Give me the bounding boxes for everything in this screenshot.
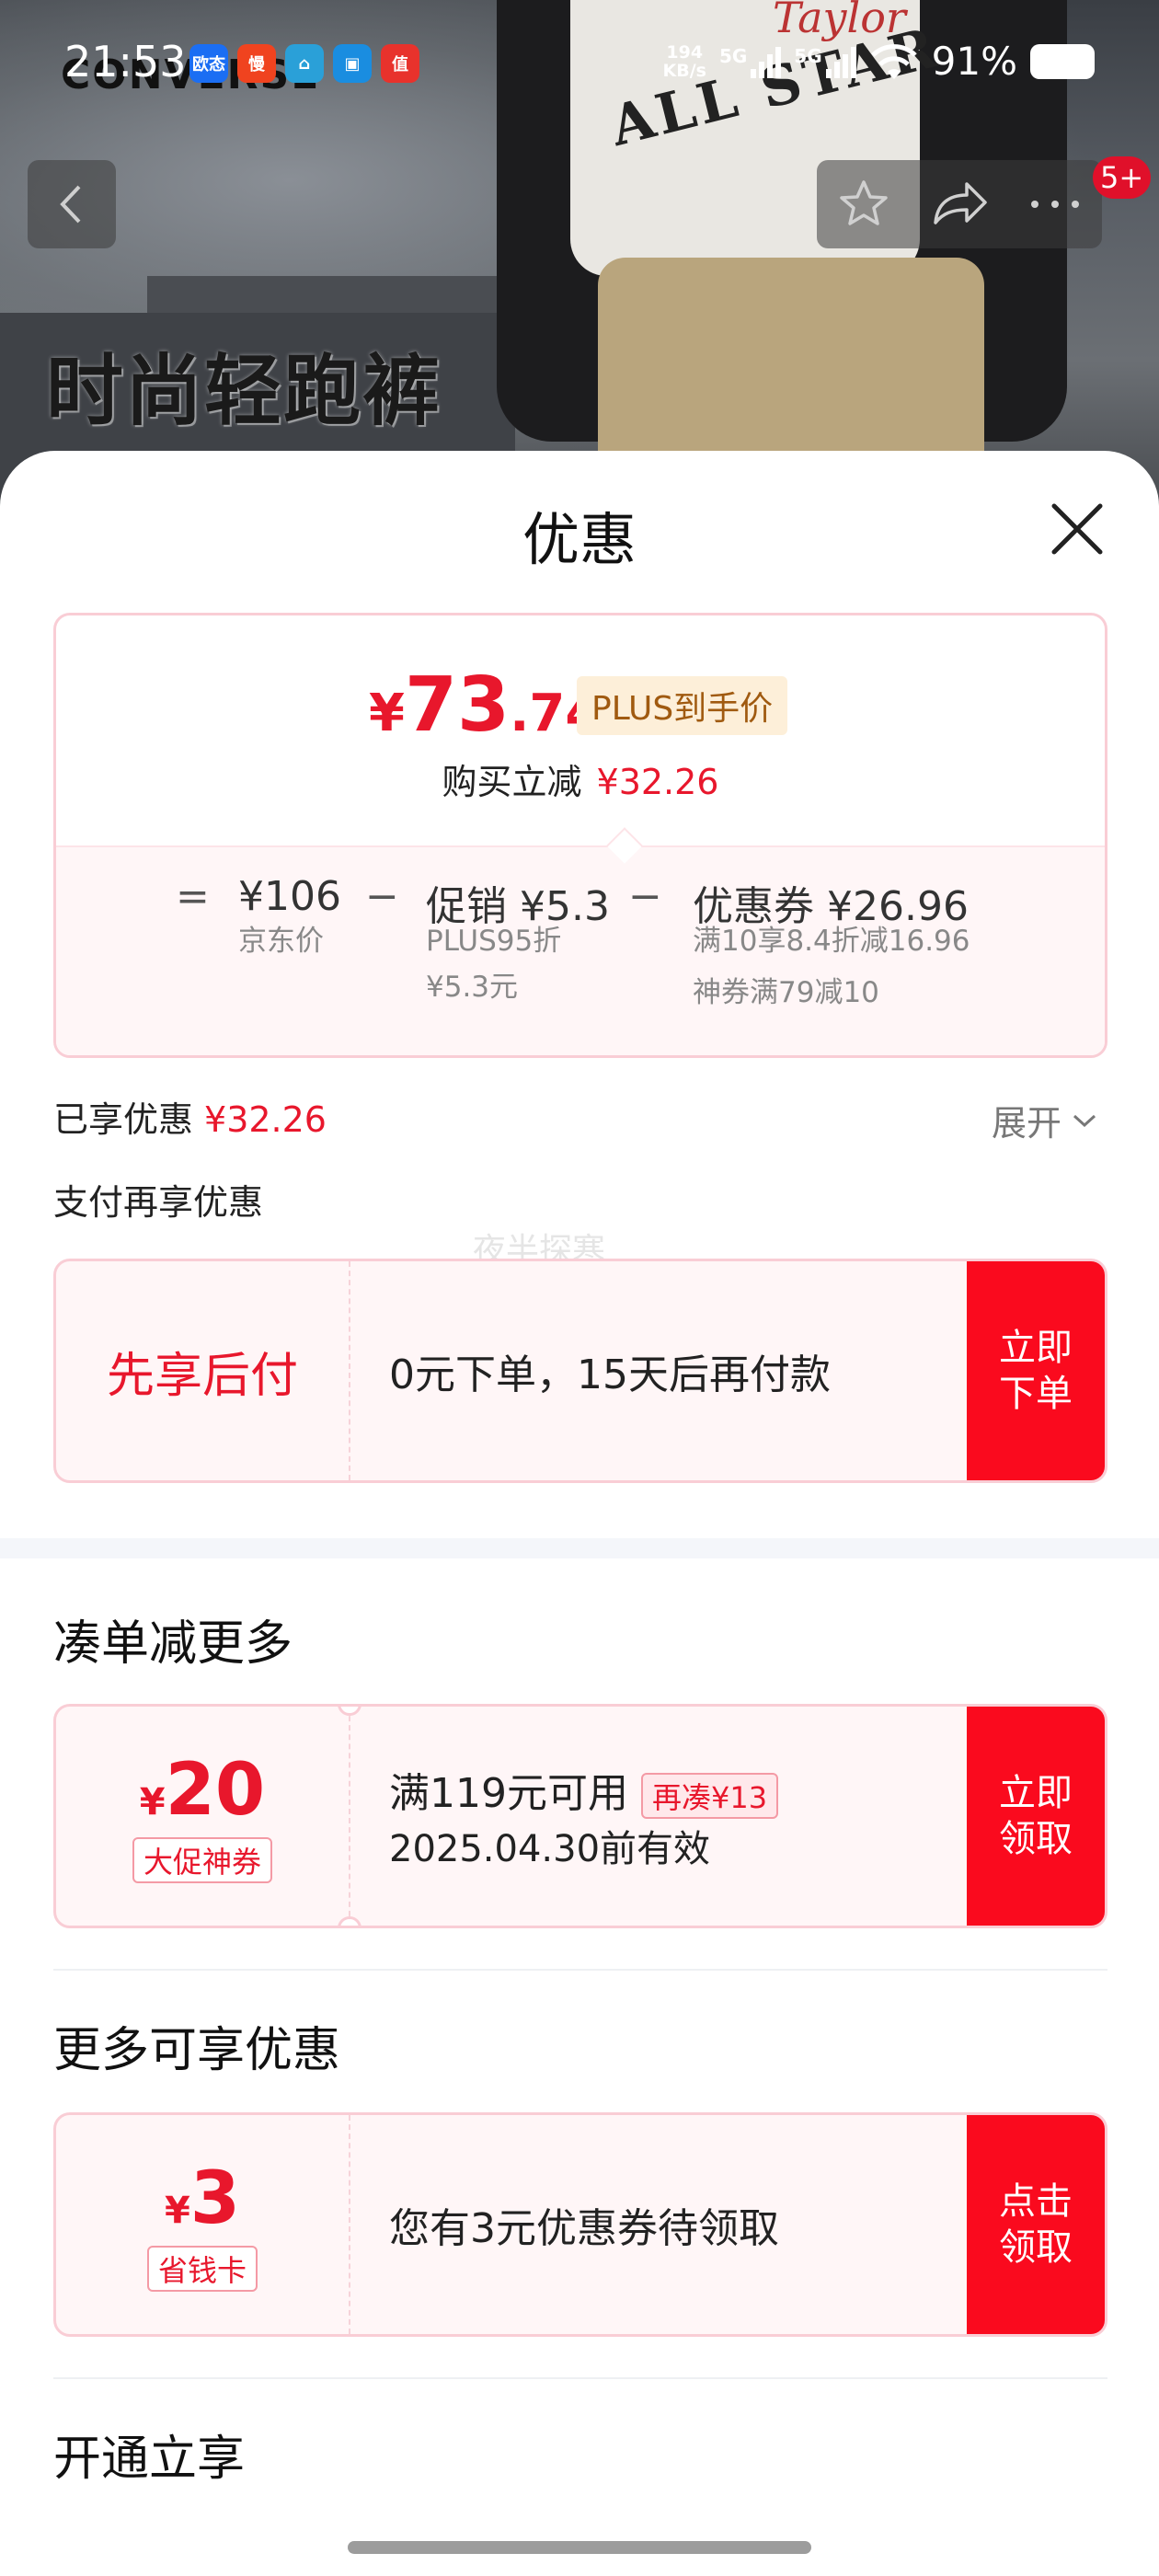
pay-later-card: 先享后付 0元下单，15天后再付款 立即 下单 [53, 1259, 1107, 1483]
status-time: 21:53 [64, 37, 187, 86]
instant-discount: 购买立减 ¥32.26 [56, 753, 1105, 804]
share-icon[interactable] [930, 177, 989, 232]
bundle-coupon-card: ¥20 大促神券 满119元可用 再凑¥13 2025.04.30前有效 立即 领… [53, 1704, 1107, 1928]
savings-card-tag: 省钱卡 [146, 2246, 258, 2292]
order-now-button[interactable]: 立即 下单 [967, 1261, 1105, 1480]
enjoyed-discount: 已享优惠 ¥32.26 [53, 1091, 327, 1142]
bundle-coupon-desc: 满119元可用 再凑¥13 2025.04.30前有效 [389, 1707, 779, 1926]
bundle-condition: 满119元可用 [389, 1770, 628, 1817]
top-action-group [817, 160, 1102, 248]
price-currency: ¥ [369, 684, 405, 743]
net-speed: 194 KB/s [662, 43, 706, 80]
bundle-currency: ¥ [139, 1781, 166, 1823]
formula-minus-1: − [365, 873, 399, 920]
bundle-section-title: 凑单减更多 [53, 1616, 293, 1672]
bundle-remaining-tag: 再凑¥13 [640, 1773, 779, 1819]
open-section-title: 开通立享 [53, 2432, 246, 2487]
signal-1: 5G [718, 44, 782, 78]
home-indicator[interactable] [348, 2541, 811, 2554]
pay-more-heading: 支付再享优惠 [53, 1182, 264, 1223]
claim-now-button[interactable]: 立即 领取 [967, 1707, 1105, 1926]
pay-later-title: 先享后付 [106, 1348, 298, 1404]
expand-label: 展开 [992, 1103, 1062, 1144]
coupon-divider [349, 1707, 350, 1926]
bundle-coupon-tag: 大促神券 [132, 1837, 272, 1883]
savings-coupon-amount: ¥3 省钱卡 [56, 2115, 349, 2334]
instant-discount-value: ¥32.26 [596, 762, 719, 802]
battery-percent: 91% [931, 39, 1017, 84]
savings-text: 您有3元优惠券待领取 [389, 2205, 779, 2252]
enjoyed-value: ¥32.26 [204, 1099, 327, 1140]
savings-currency: ¥ [164, 2190, 190, 2232]
savings-card-coupon: ¥3 省钱卡 您有3元优惠券待领取 点击 领取 [53, 2112, 1107, 2337]
jd-price-value: ¥106 [238, 873, 341, 920]
formula-equals: = [176, 873, 210, 920]
jd-price-label: 京东价 [238, 925, 324, 958]
instant-discount-label: 购买立减 [442, 762, 582, 802]
favorite-star-icon[interactable] [836, 177, 891, 232]
sheet-title: 优惠 [522, 506, 637, 573]
wifi-icon [870, 43, 917, 79]
promo-sub-1: PLUS95折 [426, 925, 562, 958]
section-separator [53, 2377, 1107, 2379]
app-icon-3: ⌂ [285, 44, 324, 83]
price-breakdown-card: ¥ 73 .74 PLUS到手价 购买立减 ¥32.26 = ¥106 京东价 −… [53, 613, 1107, 1058]
status-bar: 21:53 欧态慢 ⌂ ▣ 值 194 KB/s 5G 5G 91% [0, 33, 1159, 98]
signal-2-label: 5G [794, 44, 822, 67]
coupon-sub-1: 满10享8.4折减16.96 [693, 925, 970, 958]
savings-amount: ¥3 [165, 2157, 240, 2240]
pay-later-desc: 0元下单，15天后再付款 [389, 1261, 831, 1480]
app-icon-5: 值 [381, 44, 419, 83]
expand-toggle[interactable]: 展开 [992, 1095, 1098, 1145]
close-icon[interactable] [1045, 497, 1109, 561]
app-icon-2: 慢 [237, 44, 276, 83]
back-button[interactable] [28, 160, 116, 248]
section-divider-band [0, 1538, 1159, 1558]
savings-coupon-desc: 您有3元优惠券待领取 [389, 2115, 779, 2334]
coupon-divider [349, 2115, 350, 2334]
final-price: ¥ 73 .74 [369, 661, 601, 749]
enjoyed-label: 已享优惠 [53, 1099, 194, 1140]
chevron-down-icon [1073, 1114, 1096, 1127]
bundle-coupon-amount: ¥20 大促神券 [56, 1707, 349, 1926]
bundle-line-1: 满119元可用 再凑¥13 [389, 1760, 779, 1819]
ticket-notch-bottom [338, 1916, 361, 1926]
plus-price-tag: PLUS到手价 [577, 676, 788, 735]
formula-minus-2: − [628, 873, 662, 920]
chevron-left-icon [60, 185, 81, 224]
bundle-validity: 2025.04.30前有效 [389, 1828, 711, 1870]
click-claim-button[interactable]: 点击 领取 [967, 2115, 1105, 2334]
price-integer: 73 [404, 661, 511, 749]
more-section-title: 更多可享优惠 [53, 2023, 341, 2078]
app-icon-1: 欧态 [189, 44, 228, 83]
signal-bars-icon [751, 45, 782, 78]
coupon-divider [349, 1261, 350, 1480]
app-icon-4: ▣ [333, 44, 372, 83]
signal-bars-icon [825, 45, 856, 78]
savings-amount-value: 3 [189, 2157, 241, 2240]
net-speed-unit: KB/s [662, 60, 706, 81]
bundle-amount: ¥20 [140, 1749, 265, 1832]
bundle-amount-value: 20 [165, 1749, 266, 1832]
section-separator [53, 1969, 1107, 1971]
signal-1-label: 5G [718, 44, 748, 67]
message-badge: 5+ [1093, 156, 1152, 199]
net-speed-value: 194 [666, 41, 704, 63]
more-icon[interactable] [1027, 195, 1083, 213]
status-app-icons: 欧态慢 ⌂ ▣ 值 [189, 44, 419, 83]
status-indicators: 194 KB/s 5G 5G 91% [662, 39, 1095, 84]
pay-later-text: 0元下单，15天后再付款 [389, 1351, 831, 1398]
coupon-sub-2: 神券满79减10 [693, 976, 879, 1009]
signal-2: 5G [794, 44, 856, 78]
battery-icon [1030, 43, 1095, 79]
promo-sub-2: ¥5.3元 [426, 971, 519, 1004]
pay-later-left: 先享后付 [56, 1261, 349, 1480]
banner-slogan: 时尚轻跑裤 [46, 346, 442, 436]
